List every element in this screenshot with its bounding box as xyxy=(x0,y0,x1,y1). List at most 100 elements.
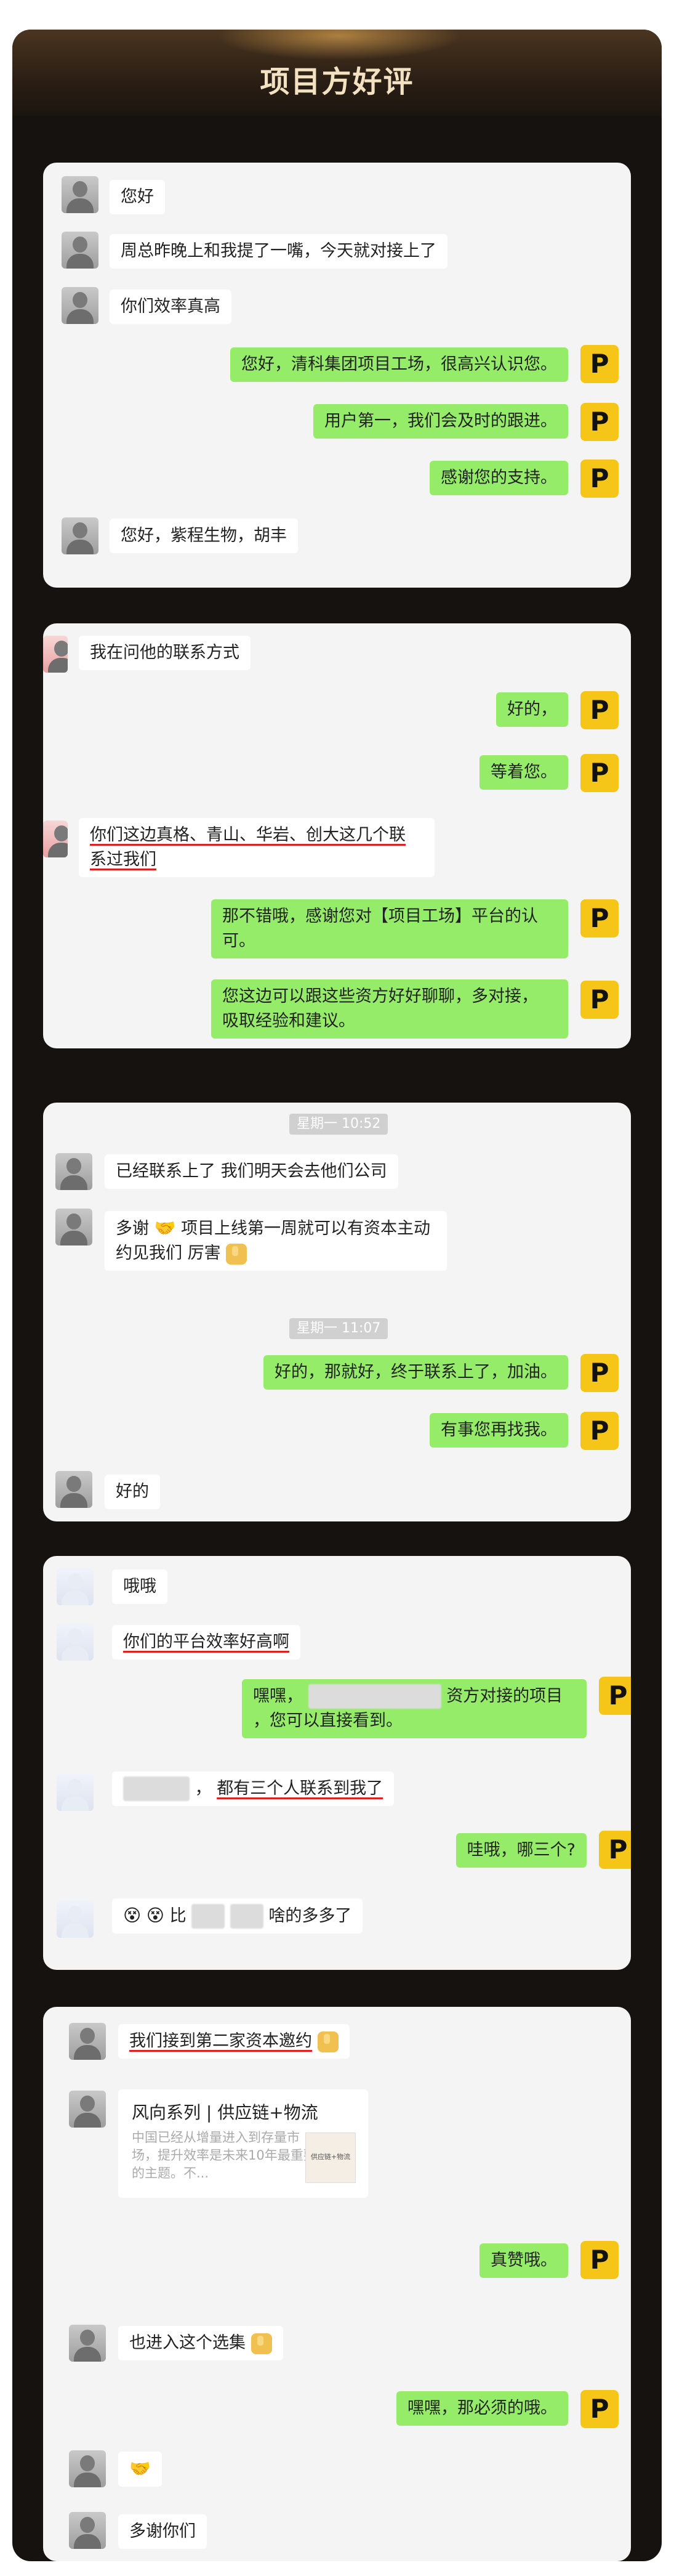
chat-bubble: 您好 xyxy=(110,180,165,214)
chat-text: 比 xyxy=(169,1906,187,1926)
avatar xyxy=(62,176,98,213)
chat-bubble: 您好，紫程生物，胡丰 xyxy=(110,519,298,553)
p-logo-icon: P xyxy=(580,2390,619,2428)
chat-text: 可。 xyxy=(222,931,255,950)
chat-card-4: 哦哦 你们的平台效率好高啊 嘿嘿， 清科集团项目工场 资方对接的项目 ，您可以直… xyxy=(43,1556,631,1970)
chat-text: ， xyxy=(195,1779,212,1798)
chat-bubble: 周总昨晚上和我提了一嘴，今天就对接上了 xyxy=(110,234,447,269)
handshake-icon: 🤝 xyxy=(154,1218,176,1238)
avatar xyxy=(69,2023,106,2060)
chat-bubble: 感谢您的支持。 xyxy=(430,461,568,495)
link-title: 风向系列 | 供应链+物流 xyxy=(132,2102,318,2123)
chat-text: 您这边可以跟这些资方好好聊聊，多对接， xyxy=(222,987,538,1006)
chat-card-2: 我在问他的联系方式 好的， P 等着您。 P 你们这边真格、青山、华岩、创大这几… xyxy=(43,623,631,1048)
avatar xyxy=(57,1774,94,1811)
chat-bubble: 真赞哦。 xyxy=(479,2243,568,2278)
link-card[interactable]: 风向系列 | 供应链+物流 中国已经从增量进入到存量市场，提升效率是未来10年最… xyxy=(118,2089,368,2198)
p-logo-icon: P xyxy=(580,691,619,729)
p-logo-icon: P xyxy=(580,2241,619,2279)
p-logo-icon: P xyxy=(580,899,619,938)
chat-bubble: 你们的平台效率好高啊 xyxy=(112,1625,300,1659)
chat-bubble: 您这边可以跟这些资方好好聊聊，多对接， 吸取经验和建议。 xyxy=(211,979,568,1039)
avatar xyxy=(57,1901,94,1938)
chat-text: 啥的多多了 xyxy=(268,1906,352,1926)
thumbs-up-icon xyxy=(226,1243,247,1265)
header: 项目方好评 xyxy=(12,30,662,116)
chat-bubble: 等着您。 xyxy=(479,755,568,790)
chat-text: 约见我们 厉害 xyxy=(116,1244,221,1263)
dizzy-face-icon: 😵 xyxy=(123,1905,142,1926)
chat-bubble: 您好，清科集团项目工场，很高兴认识您。 xyxy=(230,347,568,382)
chat-text: 我们接到第二家资本邀约 xyxy=(129,2031,312,2051)
avatar xyxy=(62,232,98,269)
timestamp: 星期一 10:52 xyxy=(289,1114,388,1135)
avatar xyxy=(55,1209,92,1245)
chat-text: 也进入这个选集 xyxy=(129,2333,246,2352)
p-logo-icon: P xyxy=(580,345,619,383)
avatar xyxy=(69,2512,106,2549)
p-logo-icon: P xyxy=(599,1831,631,1869)
chat-text: 多谢 xyxy=(116,1219,149,1238)
testimonial-frame: 项目方好评 您好 周总昨晚上和我提了一嘴，今天就对接上了 你们效率真高 您好，清… xyxy=(12,30,662,2561)
page-title: 项目方好评 xyxy=(260,65,414,99)
chat-bubble: 多谢 🤝 项目上线第一周就可以有资本主动 约见我们 厉害 xyxy=(105,1211,447,1271)
redacted-text: 青山 xyxy=(191,1904,225,1929)
chat-card-3: 星期一 10:52 已经联系上了 我们明天会去他们公司 多谢 🤝 项目上线第一周… xyxy=(43,1103,631,1521)
thumbs-up-icon xyxy=(251,2333,272,2354)
chat-bubble: 哦哦 xyxy=(112,1569,167,1604)
chat-bubble: 也进入这个选集 xyxy=(118,2326,283,2360)
chat-bubble: 哇哦，哪三个? xyxy=(455,1833,587,1868)
chat-bubble: 😵 😵 比 青山 华岩 啥的多多了 xyxy=(112,1898,363,1934)
chat-text: 你们的平台效率好高啊 xyxy=(123,1632,289,1651)
chat-bubble: 你们这边真格、青山、华岩、创大这几个联 系过我们 xyxy=(79,818,435,877)
chat-bubble: 我在问他的联系方式 xyxy=(79,636,251,670)
chat-text: 资方对接的项目 xyxy=(446,1687,563,1706)
chat-bubble: 我们接到第二家资本邀约 xyxy=(118,2024,350,2059)
p-logo-icon: P xyxy=(580,754,619,792)
chat-bubble: 🤝 xyxy=(118,2452,162,2487)
chat-bubble: 你们效率真高 xyxy=(110,290,231,324)
avatar xyxy=(57,1568,94,1605)
chat-text: ，您可以直接看到。 xyxy=(253,1711,403,1730)
chat-bubble: 有事您再找我。 xyxy=(430,1413,568,1448)
handshake-icon: 🤝 xyxy=(129,2458,151,2479)
avatar xyxy=(43,636,68,673)
dizzy-face-icon: 😵 xyxy=(146,1905,164,1926)
avatar xyxy=(69,2325,106,2362)
avatar xyxy=(62,517,98,554)
link-description: 中国已经从增量进入到存量市场，提升效率是未来10年最重要的主题。不... xyxy=(132,2130,316,2181)
chat-text: 系过我们 xyxy=(90,850,156,869)
chat-card-5: 我们接到第二家资本邀约 风向系列 | 供应链+物流 中国已经从增量进入到存量市场… xyxy=(43,2007,631,2561)
redacted-text: 华岩资本 xyxy=(123,1776,190,1801)
chat-bubble: 那不错哦，感谢您对【项目工场】平台的认 可。 xyxy=(211,899,568,958)
chat-text: 那不错哦，感谢您对【项目工场】平台的认 xyxy=(222,907,538,926)
chat-text: 项目上线第一周就可以有资本主动 xyxy=(181,1219,431,1238)
chat-bubble: 嘿嘿， 清科集团项目工场 资方对接的项目 ，您可以直接看到。 xyxy=(242,1679,587,1738)
avatar xyxy=(43,820,68,857)
timestamp: 星期一 11:07 xyxy=(289,1318,388,1339)
chat-card-1: 您好 周总昨晚上和我提了一嘴，今天就对接上了 你们效率真高 您好，清科集团项目工… xyxy=(43,163,631,588)
avatar xyxy=(55,1471,92,1508)
chat-bubble: 嘿嘿，那必须的哦。 xyxy=(396,2391,568,2426)
avatar xyxy=(69,2091,106,2128)
chat-text: 你们这边真格、青山、华岩、创大这几个联 xyxy=(90,825,406,844)
p-logo-icon: P xyxy=(580,460,619,498)
chat-bubble: 多谢你们 xyxy=(118,2514,207,2549)
chat-bubble: 用户第一，我们会及时的跟进。 xyxy=(313,404,568,439)
p-logo-icon: P xyxy=(580,403,619,441)
avatar xyxy=(57,1624,94,1661)
link-thumbnail: 供应链+物流 xyxy=(305,2132,356,2183)
thumbs-up-icon xyxy=(317,2031,339,2052)
chat-bubble: 已经联系上了 我们明天会去他们公司 xyxy=(105,1154,398,1189)
chat-bubble: 华岩资本 ， 都有三个人联系到我了 xyxy=(112,1772,395,1806)
chat-bubble: 好的 xyxy=(105,1475,160,1509)
redacted-text: 华岩 xyxy=(230,1904,263,1929)
p-logo-icon: P xyxy=(580,981,619,1019)
p-logo-icon: P xyxy=(599,1677,631,1715)
avatar xyxy=(55,1153,92,1190)
header-glow xyxy=(215,30,462,60)
avatar xyxy=(62,287,98,324)
p-logo-icon: P xyxy=(580,1412,619,1450)
chat-text: 都有三个人联系到我了 xyxy=(217,1779,383,1798)
chat-text: 吸取经验和建议。 xyxy=(222,1011,355,1031)
